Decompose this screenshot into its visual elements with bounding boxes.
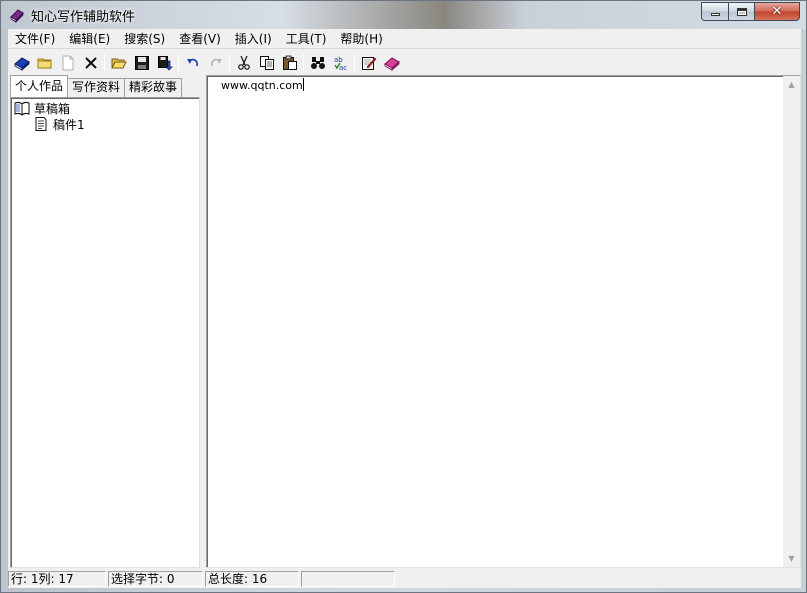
tree-item-label: 稿件1 — [52, 115, 86, 133]
toolbar-separator — [229, 54, 230, 72]
undo-button[interactable] — [181, 52, 204, 74]
menu-edit[interactable]: 编辑(E) — [62, 29, 117, 49]
toolbar: ab ac — [8, 51, 801, 75]
tree-item-draft-1[interactable]: 稿件1 — [33, 115, 86, 133]
svg-text:ac: ac — [339, 64, 347, 71]
edit-notes-icon — [361, 57, 376, 70]
close-icon: ✕ — [771, 4, 783, 19]
delete-button[interactable] — [79, 52, 102, 74]
toolbar-separator — [178, 54, 179, 72]
minimize-button[interactable] — [701, 2, 728, 21]
help-book-icon — [383, 57, 400, 71]
application-window: 知心写作辅助软件 ✕ 文件(F) 编辑(E) 搜索(S) 查看(V) 插入(I)… — [0, 0, 807, 593]
book-icon — [13, 57, 30, 71]
help-book-button[interactable] — [380, 52, 403, 74]
save-button[interactable] — [130, 52, 153, 74]
tab-strip: 个人作品 写作资料 精彩故事 — [10, 75, 183, 97]
menu-tools[interactable]: 工具(T) — [279, 29, 334, 49]
tab-writing-materials[interactable]: 写作资料 — [67, 78, 126, 97]
new-folder-icon — [37, 58, 51, 69]
find-button[interactable] — [306, 52, 329, 74]
scroll-down-icon[interactable]: ▼ — [783, 550, 800, 567]
window-title: 知心写作辅助软件 — [31, 10, 136, 25]
edit-notes-button[interactable] — [357, 52, 380, 74]
minimize-icon — [710, 13, 720, 16]
status-selection: 选择字节: 0 — [108, 571, 203, 587]
tree-item-label: 草稿箱 — [34, 101, 71, 116]
toolbar-separator — [104, 54, 105, 72]
close-button[interactable]: ✕ — [754, 2, 800, 21]
maximize-button[interactable] — [728, 2, 754, 21]
editor-content[interactable]: www.qqtn.com — [221, 78, 304, 92]
text-editor[interactable]: www.qqtn.com ▲ ▼ — [206, 75, 801, 568]
copy-button[interactable] — [255, 52, 278, 74]
export-button[interactable] — [153, 52, 176, 74]
status-extra — [301, 571, 395, 587]
editor-text-value: www.qqtn.com — [221, 79, 303, 92]
app-book-icon — [10, 9, 24, 23]
paste-button[interactable] — [278, 52, 301, 74]
left-pane: 个人作品 写作资料 精彩故事 草稿箱 稿件1 — [8, 75, 202, 568]
redo-icon — [210, 58, 222, 67]
scroll-up-icon[interactable]: ▲ — [783, 76, 800, 93]
cut-icon — [237, 55, 250, 70]
tree-item-drafts[interactable]: 草稿箱 — [14, 100, 71, 116]
status-position: 行: 1列: 17 — [8, 571, 106, 587]
new-folder-button[interactable] — [33, 52, 56, 74]
open-button[interactable] — [107, 52, 130, 74]
client-area: 文件(F) 编辑(E) 搜索(S) 查看(V) 插入(I) 工具(T) 帮助(H… — [8, 29, 801, 588]
find-icon — [310, 57, 325, 69]
copy-icon — [259, 56, 274, 70]
book-button[interactable] — [10, 52, 33, 74]
menu-view[interactable]: 查看(V) — [172, 29, 228, 49]
caption-buttons: ✕ — [701, 2, 800, 21]
redo-button[interactable] — [204, 52, 227, 74]
svg-text:ab: ab — [334, 56, 343, 64]
spellcheck-button[interactable]: ab ac — [329, 52, 352, 74]
open-folder-icon — [110, 58, 127, 69]
vertical-scrollbar[interactable]: ▲ ▼ — [783, 76, 800, 567]
save-icon — [134, 56, 149, 70]
menu-bar: 文件(F) 编辑(E) 搜索(S) 查看(V) 插入(I) 工具(T) 帮助(H… — [8, 29, 801, 49]
tab-personal-works[interactable]: 个人作品 — [10, 75, 69, 97]
undo-icon — [186, 58, 198, 67]
delete-icon — [84, 57, 97, 69]
menu-file[interactable]: 文件(F) — [8, 29, 62, 49]
menu-search[interactable]: 搜索(S) — [117, 29, 172, 49]
menu-help[interactable]: 帮助(H) — [333, 29, 389, 49]
new-document-icon — [62, 55, 73, 71]
export-icon — [157, 56, 173, 71]
title-bar[interactable]: 知心写作辅助软件 ✕ — [1, 1, 806, 29]
document-tree: 草稿箱 稿件1 — [10, 97, 200, 568]
new-document-button[interactable] — [56, 52, 79, 74]
maximize-icon — [736, 7, 747, 16]
status-total-length: 总长度: 16 — [205, 571, 299, 587]
document-icon — [35, 117, 47, 131]
toolbar-separator — [303, 54, 304, 72]
text-caret — [302, 78, 304, 91]
open-book-icon — [14, 101, 30, 116]
cut-button[interactable] — [232, 52, 255, 74]
paste-icon — [282, 55, 297, 70]
status-bar: 行: 1列: 17 选择字节: 0 总长度: 16 — [8, 570, 801, 588]
menu-insert[interactable]: 插入(I) — [228, 29, 279, 49]
tab-wonderful-stories[interactable]: 精彩故事 — [124, 78, 183, 97]
toolbar-separator — [354, 54, 355, 72]
spellcheck-icon: ab ac — [334, 56, 347, 71]
